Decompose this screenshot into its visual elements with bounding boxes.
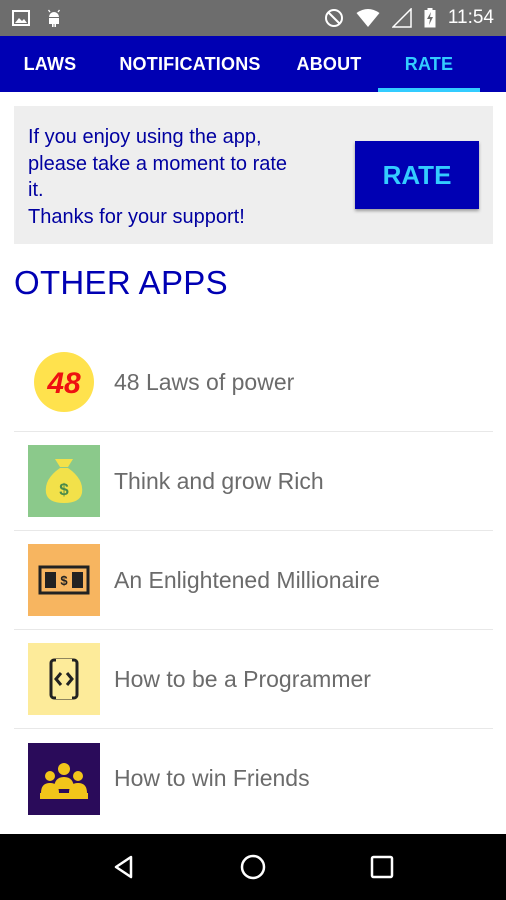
list-item-label: An Enlightened Millionaire xyxy=(114,566,380,593)
tab-bar: LAWS NOTIFICATIONS ABOUT RATE xyxy=(0,36,506,92)
recents-icon[interactable] xyxy=(352,837,412,897)
code-phone-icon xyxy=(28,643,100,715)
list-item-label: How to be a Programmer xyxy=(114,665,371,692)
cell-signal-icon xyxy=(391,8,412,28)
other-apps-list: 48 48 Laws of power $ Think and grow Ric… xyxy=(14,333,493,828)
back-icon[interactable] xyxy=(94,837,154,897)
list-item[interactable]: How to win Friends xyxy=(14,729,493,828)
svg-text:$: $ xyxy=(60,573,68,588)
status-time: 11:54 xyxy=(447,7,494,28)
status-bar: 11:54 xyxy=(0,0,506,36)
image-icon xyxy=(12,9,30,27)
rate-message: If you enjoy using the app, please take … xyxy=(28,124,348,230)
rate-message-line: please take a moment to rate xyxy=(28,152,288,175)
banknote-icon: $ xyxy=(28,544,100,616)
list-item[interactable]: How to be a Programmer xyxy=(14,630,493,729)
battery-charging-icon xyxy=(424,8,436,28)
rate-message-line: it. xyxy=(28,179,44,201)
48-laws-icon-text: 48 xyxy=(46,367,81,400)
tab-laws[interactable]: LAWS xyxy=(0,36,100,92)
rate-message-line: Thanks for your support! xyxy=(28,205,245,228)
svg-text:$: $ xyxy=(59,480,69,499)
wifi-icon xyxy=(356,8,380,28)
list-item[interactable]: 48 48 Laws of power xyxy=(14,333,493,432)
48-laws-icon: 48 xyxy=(28,346,100,418)
home-icon[interactable] xyxy=(223,837,283,897)
navigation-bar xyxy=(0,834,506,900)
list-item-label: Think and grow Rich xyxy=(114,467,324,494)
rate-message-line: If you enjoy using the app, xyxy=(28,126,262,148)
money-bag-icon: $ xyxy=(28,445,100,517)
tab-notifications[interactable]: NOTIFICATIONS xyxy=(100,36,280,92)
android-icon xyxy=(44,8,64,28)
group-icon xyxy=(28,742,100,815)
tab-about[interactable]: ABOUT xyxy=(280,36,378,92)
list-item[interactable]: $ An Enlightened Millionaire xyxy=(14,531,493,630)
tab-rate[interactable]: RATE xyxy=(378,36,480,92)
other-apps-title: OTHER APPS xyxy=(14,264,228,301)
list-item[interactable]: $ Think and grow Rich xyxy=(14,432,493,531)
rate-button[interactable]: RATE xyxy=(355,141,479,209)
do-not-disturb-icon xyxy=(324,8,344,28)
list-item-label: 48 Laws of power xyxy=(114,368,295,395)
list-item-label: How to win Friends xyxy=(114,765,310,791)
rate-card: If you enjoy using the app, please take … xyxy=(14,106,493,244)
